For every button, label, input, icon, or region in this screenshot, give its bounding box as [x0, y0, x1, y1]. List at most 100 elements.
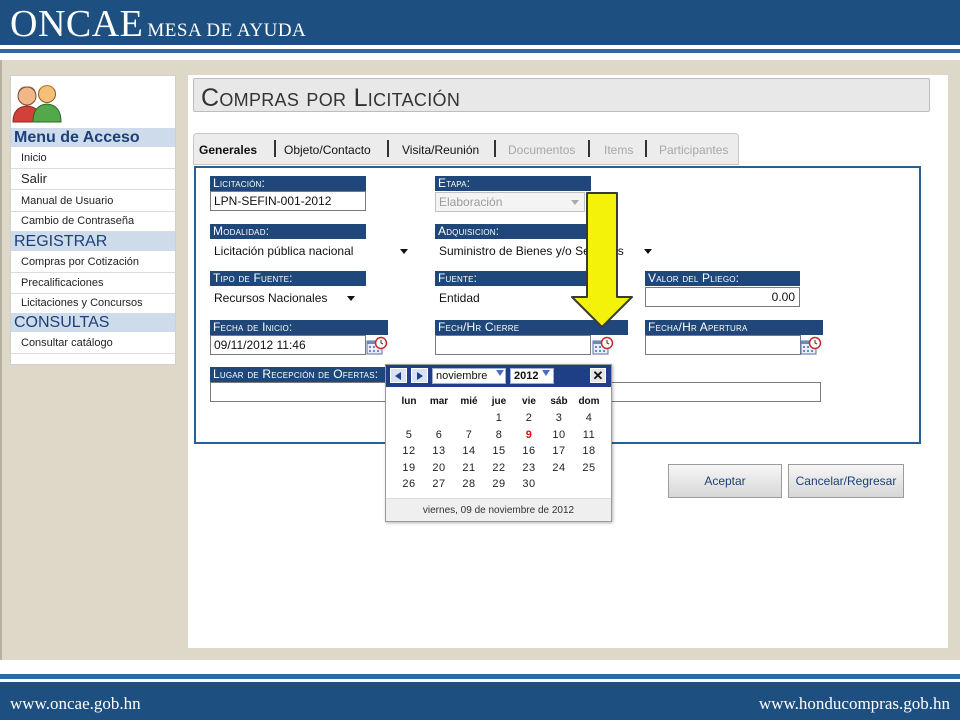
valor-pliego-input[interactable]: 0.00	[645, 287, 800, 307]
calendar-day[interactable]: 12	[394, 445, 424, 457]
tab-objeto-contacto[interactable]: Objeto/Contacto	[284, 143, 371, 157]
calendar-day[interactable]: 23	[514, 462, 544, 474]
valor-pliego-label: Valor del Pliego:	[645, 271, 800, 286]
tab-documentos[interactable]: Documentos	[508, 143, 575, 157]
tab-items[interactable]: Items	[604, 143, 633, 157]
etapa-select[interactable]: Elaboración	[435, 192, 585, 212]
licitacion-input[interactable]: LPN-SEFIN-001-2012	[210, 191, 366, 211]
fech-cierre-input[interactable]	[435, 335, 591, 355]
fuente-label: Fuente:	[435, 271, 591, 286]
calendar-day[interactable]: 7	[454, 429, 484, 441]
tab-generales[interactable]: Generales	[199, 143, 257, 157]
title-bar: Compras por Licitación	[193, 78, 930, 112]
accept-button[interactable]: Aceptar	[668, 464, 782, 498]
weekday-header: sáb	[550, 396, 568, 407]
calendar-icon[interactable]	[366, 336, 388, 356]
fuente-select[interactable]: Entidad	[435, 288, 585, 308]
weekday-header: mié	[460, 396, 478, 407]
calendar-day[interactable]: 22	[484, 462, 514, 474]
footer-url-oncae[interactable]: www.oncae.gob.hn	[10, 694, 141, 714]
menu-item-salir[interactable]: Salir	[11, 169, 175, 190]
calendar-day-today[interactable]: 9	[514, 429, 544, 441]
close-button[interactable]: ✕	[590, 368, 606, 383]
arrow-left-icon	[395, 372, 401, 380]
calendar-day[interactable]: 24	[544, 462, 574, 474]
weekday-header: vie	[522, 396, 536, 407]
brand-big: ONCAE	[10, 3, 144, 45]
calendar-day[interactable]: 30	[514, 478, 544, 490]
calendar-day[interactable]: 2	[514, 412, 544, 424]
modalidad-select[interactable]: Licitación pública nacional	[210, 241, 400, 261]
screenshot-edge	[0, 60, 2, 660]
next-month-button[interactable]	[411, 368, 428, 383]
calendar-day[interactable]: 1	[484, 412, 514, 424]
weekday-header: dom	[578, 396, 600, 407]
fecha-inicio-label: Fecha de Inicio:	[210, 320, 388, 335]
menu-heading-consult: CONSULTAS	[11, 313, 175, 332]
fecha-apertura-label: Fecha/Hr Apertura	[645, 320, 823, 335]
calendar-day[interactable]: 8	[484, 429, 514, 441]
calendar-day[interactable]: 28	[454, 478, 484, 490]
calendar-day[interactable]: 27	[424, 478, 454, 490]
licitacion-label: Licitación:	[210, 176, 366, 191]
calendar-day[interactable]: 25	[574, 462, 604, 474]
chevron-down-icon	[644, 249, 652, 254]
date-picker-header: noviembre 2012 ✕	[386, 365, 611, 387]
footer-url-honducompras[interactable]: www.honducompras.gob.hn	[759, 694, 950, 714]
date-picker-footer: viernes, 09 de noviembre de 2012	[386, 498, 611, 521]
calendar-day[interactable]: 21	[454, 462, 484, 474]
tipo-fuente-select[interactable]: Recursos Nacionales	[210, 288, 350, 308]
modalidad-label: Modalidad:	[210, 224, 366, 239]
slide-header: ONCAE MESA DE AYUDA	[0, 0, 960, 45]
arrow-right-icon	[417, 372, 423, 380]
menu-item-precalificaciones[interactable]: Precalificaciones	[11, 273, 175, 294]
tab-separator	[387, 140, 389, 157]
calendar-day[interactable]: 10	[544, 429, 574, 441]
tabs-bar: Generales Objeto/Contacto Visita/Reunión…	[193, 133, 739, 165]
menu-item-manual-usuario[interactable]: Manual de Usuario	[11, 191, 175, 212]
calendar-day[interactable]: 6	[424, 429, 454, 441]
cancel-button[interactable]: Cancelar/Regresar	[788, 464, 904, 498]
slide-footer: www.oncae.gob.hn www.honducompras.gob.hn	[0, 682, 960, 720]
calendar-day[interactable]: 29	[484, 478, 514, 490]
menu-item-compras-cotizacion[interactable]: Compras por Cotización	[11, 252, 175, 273]
calendar-day[interactable]: 14	[454, 445, 484, 457]
month-label: noviembre	[436, 370, 488, 382]
menu-heading-register: REGISTRAR	[11, 232, 175, 251]
weekday-header: lun	[401, 396, 417, 407]
calendar-day[interactable]: 5	[394, 429, 424, 441]
calendar-day[interactable]: 3	[544, 412, 574, 424]
calendar-day[interactable]: 13	[424, 445, 454, 457]
calendar-day[interactable]: 11	[574, 429, 604, 441]
fecha-apertura-input[interactable]	[645, 335, 801, 355]
date-picker: noviembre 2012 ✕ lun mar mié jue vie sáb dom 1 2…	[385, 364, 612, 522]
calendar-day[interactable]: 15	[484, 445, 514, 457]
adquisicion-label: Adquisicion:	[435, 224, 591, 239]
tab-separator	[645, 140, 647, 157]
dropdown-arrow-icon	[496, 370, 504, 376]
calendar-day[interactable]: 26	[394, 478, 424, 490]
calendar-day[interactable]: 20	[424, 462, 454, 474]
calendar-day[interactable]: 17	[544, 445, 574, 457]
menu-item-consultar-catalogo[interactable]: Consultar catálogo	[11, 333, 175, 354]
menu-item-cambio-contrasena[interactable]: Cambio de Contraseña	[11, 211, 175, 232]
calendar-day[interactable]: 19	[394, 462, 424, 474]
menu-item-licitaciones-concursos[interactable]: Licitaciones y Concursos	[11, 293, 175, 314]
menu-item-inicio[interactable]: Inicio	[11, 148, 175, 169]
calendar-icon[interactable]	[592, 336, 614, 356]
chevron-down-icon	[400, 249, 408, 254]
brand-logo: ONCAE MESA DE AYUDA	[10, 2, 306, 46]
tab-separator	[494, 140, 496, 157]
month-select[interactable]: noviembre	[432, 368, 506, 384]
calendar-day[interactable]: 16	[514, 445, 544, 457]
tab-visita-reunion[interactable]: Visita/Reunión	[402, 143, 479, 157]
calendar-icon[interactable]	[800, 336, 822, 356]
etapa-label: Etapa:	[435, 176, 591, 191]
calendar-day[interactable]: 4	[574, 412, 604, 424]
tab-participantes[interactable]: Participantes	[659, 143, 728, 157]
fecha-inicio-input[interactable]: 09/11/2012 11:46	[210, 335, 366, 355]
calendar-day[interactable]: 18	[574, 445, 604, 457]
prev-month-button[interactable]	[390, 368, 407, 383]
tab-separator	[588, 140, 590, 157]
tipo-fuente-label: Tipo de Fuente:	[210, 271, 366, 286]
